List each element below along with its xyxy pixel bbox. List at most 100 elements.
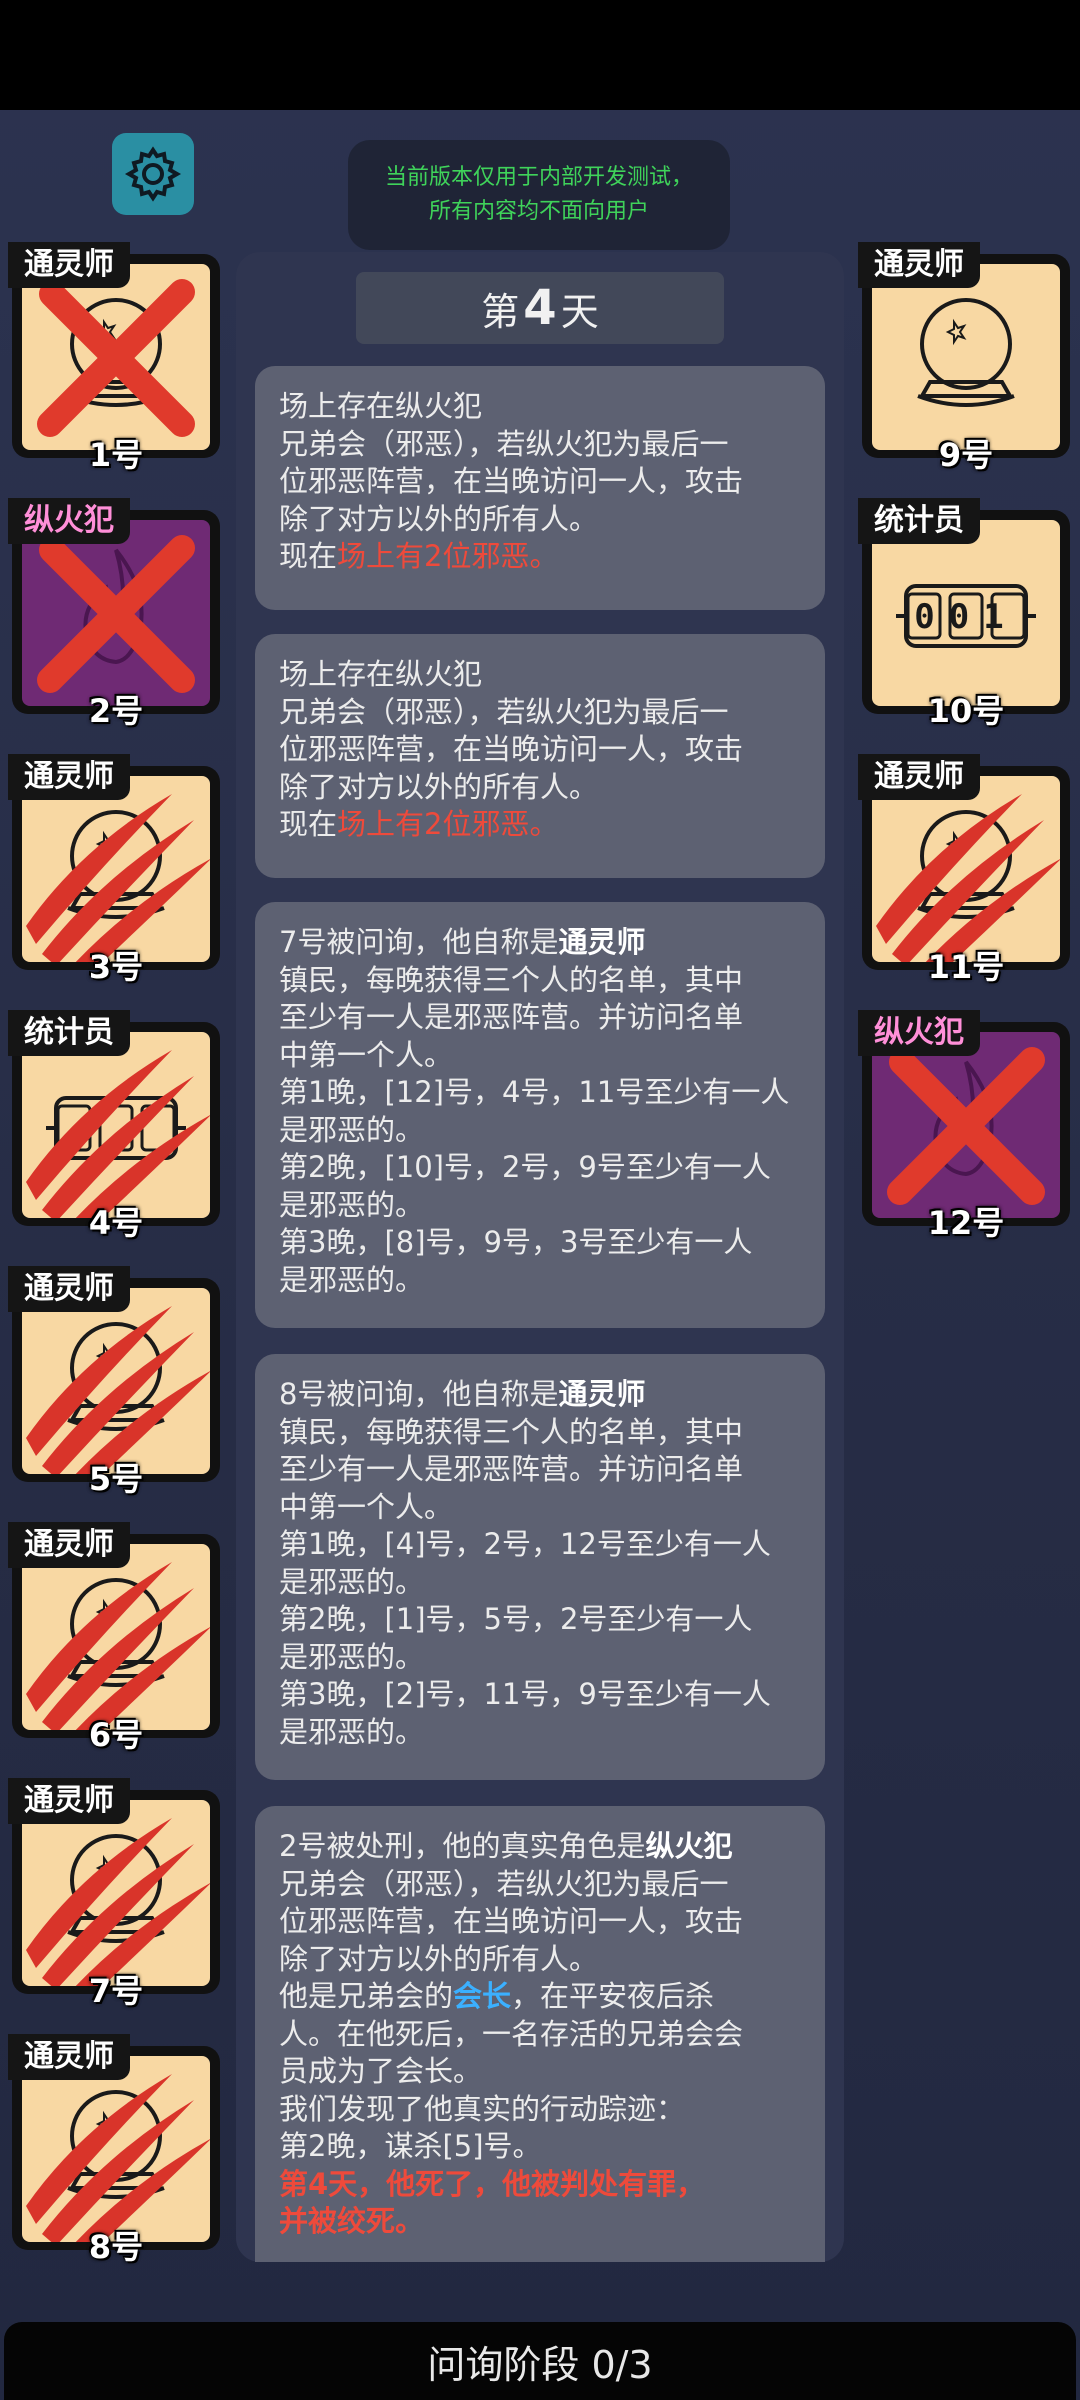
crystal-ball-icon	[26, 1562, 210, 1730]
message-line: 现在场上有2位邪恶。	[279, 807, 559, 841]
message-line: 中第一个人。	[279, 1037, 454, 1072]
role-label: 通灵师	[858, 754, 980, 800]
message-line: 第1晚，[4]号，2号，12号至少有一人	[279, 1527, 771, 1561]
leader-keyword: 会长	[453, 1979, 512, 2013]
card-face	[22, 1544, 210, 1730]
player-number: 7号	[88, 1972, 144, 2010]
claw-marks-icon	[26, 1050, 210, 1218]
player-number: 11号	[927, 948, 1005, 986]
verdict-text: 并被绞死。	[279, 2204, 425, 2238]
message-line: 第3晚，[8]号，9号，3号至少有一人	[279, 1225, 753, 1259]
message-line: 镇民，每晚获得三个人的名单，其中	[279, 1414, 744, 1449]
claw-marks-icon	[26, 2074, 210, 2242]
notice-line-1: 当前版本仅用于内部开发测试，	[384, 165, 693, 190]
message-card: 场上存在纵火犯 兄弟会（邪恶），若纵火犯为最后一 位邪恶阵营，在当晚访问一人，攻…	[255, 634, 825, 878]
message-line: 2号被处刑，他的真实角色是纵火犯	[279, 1829, 733, 1863]
card-face	[22, 776, 210, 962]
message-line: 场上存在纵火犯	[279, 389, 483, 423]
gear-icon	[124, 146, 182, 202]
player-number: 12号	[927, 1204, 1005, 1242]
player-number: 3号	[88, 948, 144, 986]
fire-icon	[887, 1047, 1045, 1205]
status-bar	[0, 0, 1080, 110]
message-line: 至少有一人是邪恶阵营。并访问名单	[279, 1000, 744, 1034]
card-face	[22, 1800, 210, 1986]
player-card[interactable]: 通灵师 6号	[8, 1522, 222, 1764]
fire-icon	[37, 535, 195, 693]
player-card[interactable]: 统计员 4号	[8, 1010, 222, 1252]
message-line: 第2晚，[10]号，2号，9号至少有一人	[279, 1150, 771, 1184]
role-label: 通灵师	[8, 1266, 130, 1312]
message-line: 除了对方以外的所有人。	[279, 769, 599, 804]
player-card[interactable]: 纵火犯 12号	[858, 1010, 1072, 1252]
settings-button[interactable]	[112, 133, 194, 215]
message-line: 第1晚，[12]号，4号，11号至少有一人	[279, 1075, 790, 1109]
message-line: 是邪恶的。	[279, 1639, 425, 1674]
role-label: 统计员	[858, 498, 980, 544]
role-label: 通灵师	[8, 1522, 130, 1568]
role-label: 通灵师	[8, 242, 130, 288]
message-line: 是邪恶的。	[279, 1112, 425, 1147]
message-line: 位邪恶阵营，在当晚访问一人，攻击	[279, 1904, 744, 1938]
claw-marks-icon	[26, 794, 210, 962]
message-line: 是邪恶的。	[279, 1714, 425, 1749]
player-card[interactable]: 通灵师 3号	[8, 754, 222, 996]
player-card[interactable]: 通灵师 9号	[858, 242, 1072, 484]
message-line: 人。在他死后，一名存活的兄弟会会	[279, 2016, 744, 2051]
role-label: 通灵师	[8, 2034, 130, 2080]
card-face	[22, 264, 210, 450]
message-line: 是邪恶的。	[279, 1187, 425, 1222]
message-line: 中第一个人。	[279, 1489, 454, 1524]
crystal-ball-icon	[26, 2074, 210, 2242]
message-line: 7号被问询，他自称是通灵师	[279, 925, 646, 959]
message-line: 位邪恶阵营，在当晚访问一人，攻击	[279, 732, 744, 766]
message-line: 第3晚，[2]号，11号，9号至少有一人	[279, 1677, 771, 1711]
role-label: 通灵师	[8, 754, 130, 800]
player-card[interactable]: 纵火犯 2号	[8, 498, 222, 740]
message-line: 是邪恶的。	[279, 1564, 425, 1599]
player-number: 4号	[88, 1204, 144, 1242]
crystal-ball-icon	[37, 279, 195, 437]
notice-line-2: 所有内容均不面向用户	[428, 199, 649, 224]
player-card[interactable]: 通灵师 7号	[8, 1778, 222, 2020]
role-label: 纵火犯	[8, 498, 130, 544]
crystal-ball-icon	[26, 794, 210, 962]
message-line: 现在场上有2位邪恶。	[279, 539, 559, 573]
card-face	[872, 264, 1060, 450]
player-card[interactable]: 通灵师 5号	[8, 1266, 222, 1508]
player-card[interactable]: 001 统计员 10号	[858, 498, 1072, 740]
player-card[interactable]: 通灵师 11号	[858, 754, 1072, 996]
message-line: 除了对方以外的所有人。	[279, 501, 599, 536]
player-card[interactable]: 通灵师 1号	[8, 242, 222, 484]
counter-icon	[26, 1050, 210, 1218]
message-line: 场上存在纵火犯	[279, 657, 483, 691]
role-label: 纵火犯	[858, 1010, 980, 1056]
message-line: 位邪恶阵营，在当晚访问一人，攻击	[279, 464, 744, 498]
message-line: 至少有一人是邪恶阵营。并访问名单	[279, 1452, 744, 1486]
card-face: 001	[872, 520, 1060, 706]
day-title: 第 4 天	[356, 272, 724, 344]
role-label: 通灵师	[8, 1778, 130, 1824]
message-line: 他是兄弟会的会长，在平安夜后杀	[279, 1979, 715, 2013]
message-line: 员成为了会长。	[279, 2054, 483, 2088]
message-line: 我们发现了他真实的行动踪迹：	[279, 2091, 686, 2126]
message-line: 除了对方以外的所有人。	[279, 1941, 599, 1976]
claw-marks-icon	[26, 1306, 210, 1474]
message-line: 兄弟会（邪恶），若纵火犯为最后一	[279, 694, 729, 729]
player-card[interactable]: 通灵师 8号	[8, 2034, 222, 2276]
message-card: 8号被问询，他自称是通灵师 镇民，每晚获得三个人的名单，其中 至少有一人是邪恶阵…	[255, 1354, 825, 1780]
counter-icon: 001	[896, 584, 1036, 648]
crystal-ball-icon	[917, 298, 1015, 407]
message-card: 7号被问询，他自称是通灵师 镇民，每晚获得三个人的名单，其中 至少有一人是邪恶阵…	[255, 902, 825, 1328]
player-number: 6号	[88, 1716, 144, 1754]
day-number: 4	[523, 280, 557, 336]
dev-notice: 当前版本仅用于内部开发测试， 所有内容均不面向用户	[348, 140, 730, 250]
claw-marks-icon	[26, 1818, 210, 1986]
phase-bar: 问询阶段 0/3	[4, 2322, 1076, 2400]
message-card: 场上存在纵火犯 兄弟会（邪恶），若纵火犯为最后一 位邪恶阵营，在当晚访问一人，攻…	[255, 366, 825, 610]
player-number: 5号	[88, 1460, 144, 1498]
day-prefix: 第	[481, 289, 520, 334]
counter-digits: 001	[914, 597, 1017, 637]
player-number: 1号	[88, 436, 144, 474]
card-face	[872, 1032, 1060, 1218]
